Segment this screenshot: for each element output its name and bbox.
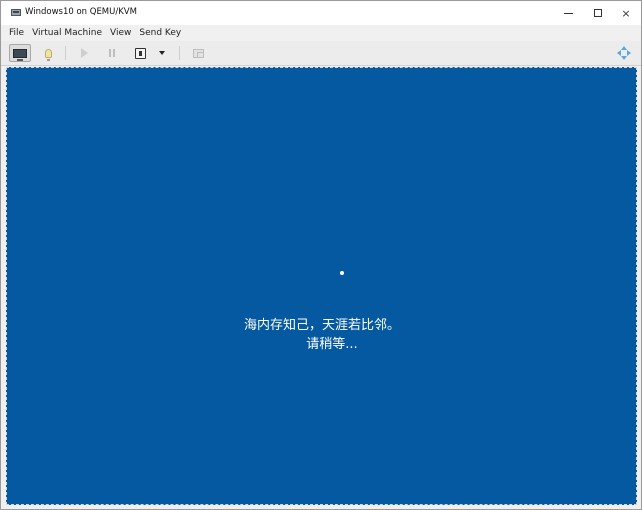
close-icon: ×: [621, 6, 631, 20]
chevron-down-icon: [159, 51, 165, 55]
run-button[interactable]: [73, 44, 95, 62]
play-icon: [80, 48, 88, 58]
guest-display[interactable]: [6, 67, 637, 505]
guest-message-line2: 请稍等...: [306, 337, 358, 352]
shutdown-menu-button[interactable]: [151, 44, 173, 62]
maximize-button[interactable]: [583, 1, 613, 25]
loading-spinner-icon: [340, 271, 344, 275]
details-view-button[interactable]: [37, 44, 59, 62]
lightbulb-icon: [44, 48, 52, 61]
title-bar[interactable]: Windows10 on QEMU/KVM ×: [1, 1, 641, 25]
vm-monitor-icon: [11, 9, 21, 16]
minimize-icon: [563, 12, 573, 14]
menu-view[interactable]: View: [106, 25, 135, 41]
snapshot-icon: [192, 48, 204, 58]
menu-virtual-machine[interactable]: Virtual Machine: [28, 25, 106, 41]
toolbar-separator: [65, 46, 66, 60]
close-button[interactable]: ×: [611, 1, 641, 25]
maximize-icon: [594, 9, 602, 17]
move-icon: [617, 46, 631, 60]
menu-send-key[interactable]: Send Key: [135, 25, 185, 41]
vm-window: Windows10 on QEMU/KVM × File Virtual Mac…: [0, 0, 642, 510]
snapshots-button[interactable]: [187, 44, 209, 62]
fullscreen-move-button[interactable]: [613, 44, 635, 62]
minimize-button[interactable]: [553, 1, 583, 25]
guest-message-line1: 海内存知己，天涯若比邻。: [243, 318, 400, 333]
monitor-icon: [13, 48, 27, 61]
shutdown-button[interactable]: [129, 44, 151, 62]
window-title: Windows10 on QEMU/KVM: [25, 7, 137, 17]
console-view-button[interactable]: [9, 44, 31, 62]
toolbar-separator: [179, 46, 180, 60]
menu-bar: File Virtual Machine View Send Key: [1, 25, 641, 41]
pause-button[interactable]: [101, 44, 123, 62]
toolbar: [1, 41, 641, 66]
menu-file[interactable]: File: [5, 25, 28, 41]
power-icon: [134, 47, 146, 59]
pause-icon: [109, 49, 115, 57]
